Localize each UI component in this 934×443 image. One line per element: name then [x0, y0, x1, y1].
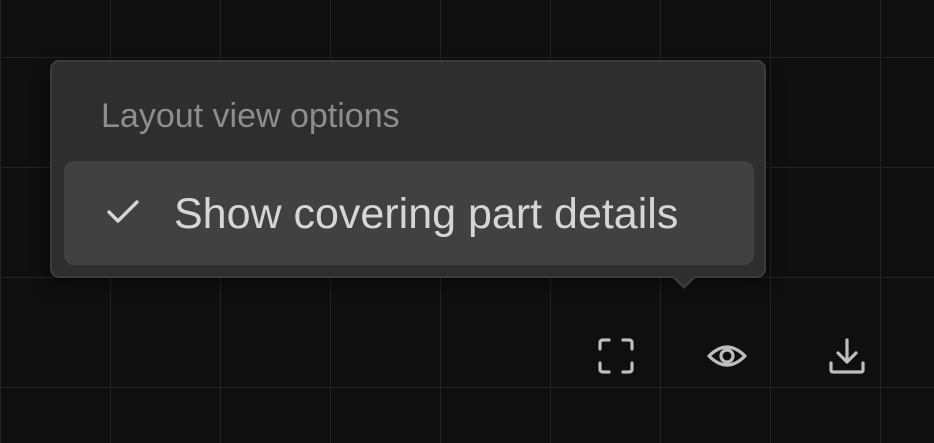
- eye-icon: [707, 336, 747, 376]
- popover-arrow-fill: [673, 275, 695, 286]
- download-button[interactable]: [821, 330, 873, 382]
- popover-heading: Layout view options: [101, 97, 400, 135]
- fit-to-screen-button[interactable]: [590, 330, 642, 382]
- show-covering-part-details-option[interactable]: Show covering part details: [64, 161, 754, 265]
- layout-view-options-popover: Layout view options Show covering part d…: [50, 60, 766, 278]
- view-options-button[interactable]: [701, 330, 753, 382]
- option-label: Show covering part details: [174, 190, 679, 238]
- download-icon: [827, 336, 867, 376]
- check-icon: [106, 195, 140, 229]
- fit-to-screen-icon: [596, 336, 636, 376]
